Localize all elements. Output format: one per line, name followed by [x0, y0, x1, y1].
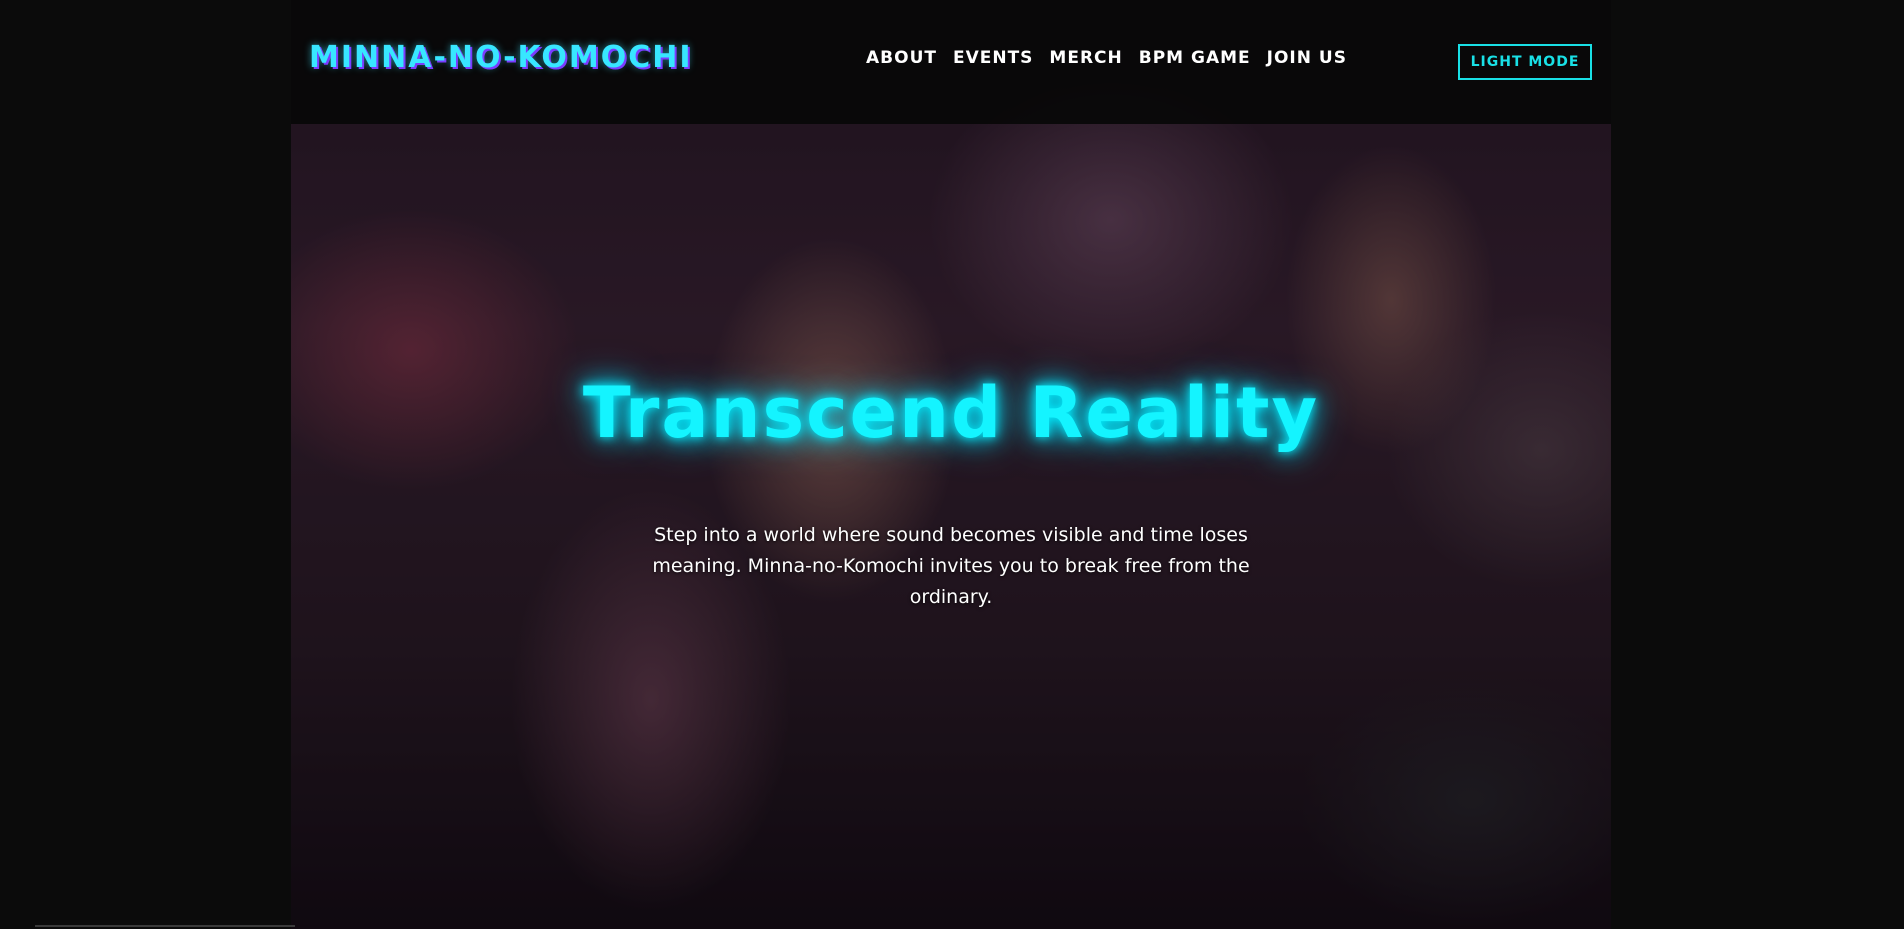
- nav-link-about[interactable]: ABOUT: [866, 48, 937, 68]
- site-logo[interactable]: MINNA-NO-KOMOCHI: [309, 40, 693, 75]
- hero-description: Step into a world where sound becomes vi…: [652, 524, 1250, 608]
- nav-link-bpm-game[interactable]: BPM GAME: [1139, 48, 1251, 68]
- light-mode-toggle-button[interactable]: LIGHT MODE: [1458, 44, 1592, 80]
- site-container: MINNA-NO-KOMOCHI ABOUT EVENTS MERCH BPM …: [291, 0, 1611, 929]
- nav-link-events[interactable]: EVENTS: [953, 48, 1033, 68]
- page: MINNA-NO-KOMOCHI ABOUT EVENTS MERCH BPM …: [0, 0, 1904, 929]
- main-nav: ABOUT EVENTS MERCH BPM GAME JOIN US: [866, 48, 1347, 68]
- site-header: MINNA-NO-KOMOCHI ABOUT EVENTS MERCH BPM …: [291, 0, 1611, 124]
- scrollbar-track: [35, 925, 295, 927]
- nav-link-join-us[interactable]: JOIN US: [1267, 48, 1347, 68]
- nav-link-merch[interactable]: MERCH: [1049, 48, 1122, 68]
- hero-title: Transcend Reality: [582, 372, 1320, 454]
- hero-overlay: [291, 0, 1611, 929]
